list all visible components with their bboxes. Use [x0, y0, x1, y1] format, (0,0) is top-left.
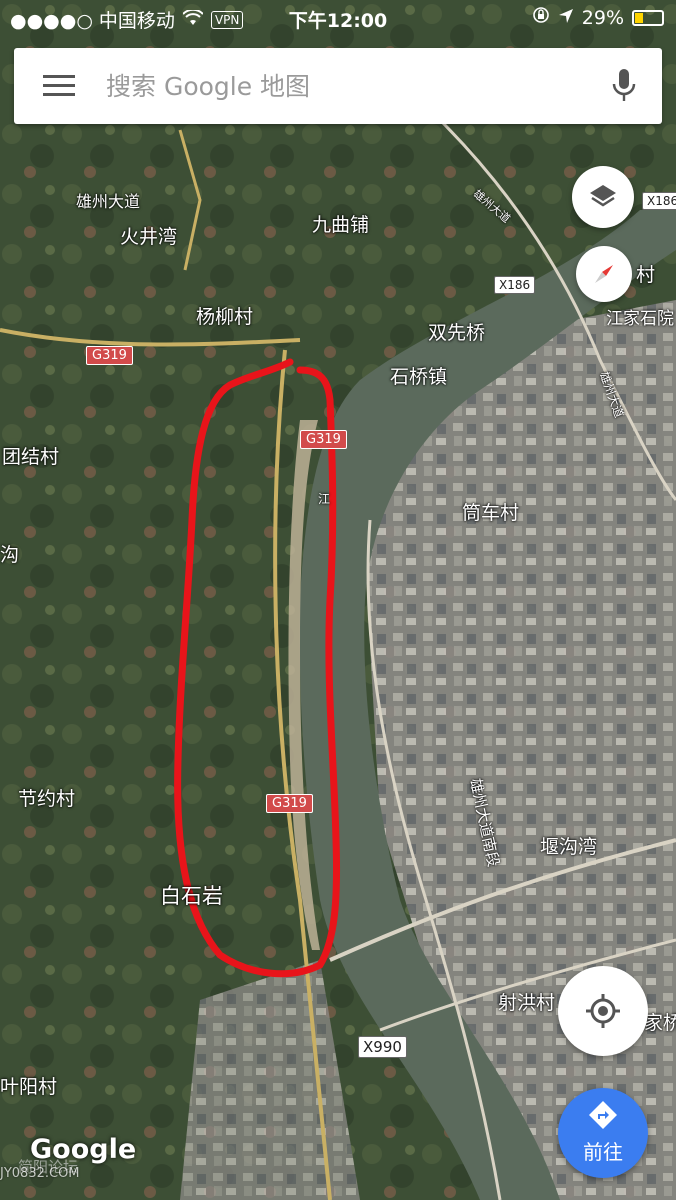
battery-icon: [632, 9, 664, 26]
road-shield-g319: G319: [86, 346, 133, 365]
compass-icon: [595, 265, 613, 283]
map-label-gou: 沟: [0, 544, 20, 566]
road-shield-x186: X186: [642, 192, 676, 210]
directions-icon: [589, 1101, 617, 1129]
map-label-tuanjiecun: 团结村: [2, 446, 60, 468]
search-bar[interactable]: [14, 48, 662, 124]
road-shield-g319: G319: [300, 430, 347, 449]
map-label-jia: 家桥: [644, 1012, 676, 1034]
layers-icon: [590, 185, 616, 207]
road-shield-g319: G319: [266, 794, 313, 813]
layers-button[interactable]: [572, 166, 634, 228]
road-shield-x990: X990: [358, 1036, 407, 1058]
map-label-huojingwan: 火井湾: [120, 226, 178, 248]
road-shield-x186: X186: [494, 276, 536, 294]
map-label-yangouwan: 堰沟湾: [540, 836, 598, 858]
map-label-jieyuecun: 节约村: [18, 788, 76, 810]
map-label-xiongzhou-road: 雄州大道: [76, 192, 141, 211]
battery-percent: 29%: [581, 6, 624, 29]
location-arrow-icon: [558, 7, 574, 29]
map-label-yeyangcun: 叶阳村: [0, 1076, 58, 1098]
orientation-lock-icon: [532, 6, 550, 29]
watermark: JY0832.COM: [0, 1166, 80, 1181]
map-label-tongchecun: 筒车村: [462, 502, 520, 524]
map-label-river: 江: [318, 492, 331, 506]
map-label-jiangjia: 江家石院: [606, 309, 674, 329]
compass-button[interactable]: [576, 246, 632, 302]
search-input[interactable]: [104, 70, 586, 102]
directions-button[interactable]: 前往: [558, 1088, 648, 1178]
crosshair-icon: [586, 994, 620, 1028]
hamburger-icon: [43, 75, 75, 96]
map-label-shiqiaozhen: 石桥镇: [390, 366, 448, 388]
map-label-jiuqupu: 九曲铺: [312, 214, 370, 236]
menu-button[interactable]: [14, 48, 104, 124]
directions-label: 前往: [583, 1140, 623, 1164]
map-label-yangliucun: 杨柳村: [196, 306, 254, 328]
map-label-shehong: 射洪村: [498, 992, 556, 1014]
map-label-shuangxianqiao: 双先桥: [428, 322, 486, 344]
voice-search-button[interactable]: [586, 48, 662, 124]
map-label-cun: 村: [636, 264, 656, 286]
status-bar: ●●●●○ 中国移动 VPN 下午12:00 29%: [0, 0, 676, 36]
my-location-button[interactable]: [558, 966, 648, 1056]
map-label-baishiyan: 白石岩: [160, 884, 223, 908]
microphone-icon: [612, 69, 636, 101]
